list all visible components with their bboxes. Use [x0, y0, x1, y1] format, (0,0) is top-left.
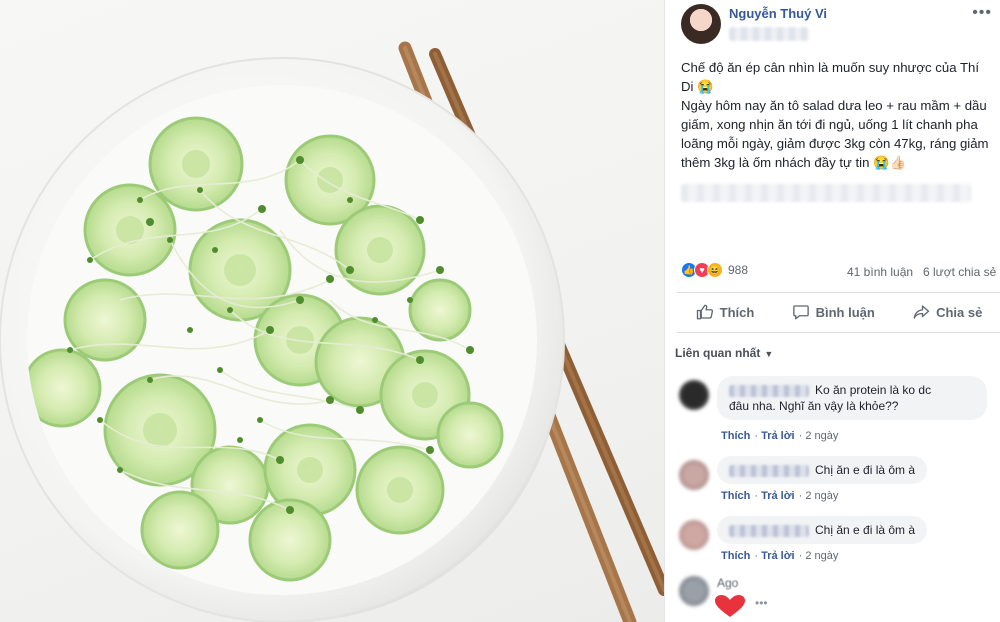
- reaction-count: 988: [728, 263, 749, 277]
- commenter-avatar[interactable]: [679, 576, 709, 606]
- comment-time[interactable]: 2 ngày: [805, 550, 838, 562]
- shares-count-link[interactable]: 6 lượt chia sẻ: [923, 265, 996, 279]
- comment-item: Chị ăn e đi là ôm à Thích · Trả lời · 2 ng…: [673, 510, 1000, 570]
- comment-text: Ko ăn protein là ko dc: [815, 383, 932, 397]
- comment-like-link[interactable]: Thích: [721, 550, 750, 562]
- commenter-avatar[interactable]: [679, 460, 709, 490]
- more-options-icon[interactable]: •••: [755, 596, 768, 610]
- post-text: Chế độ ăn ép cân nhìn là muốn suy nhược …: [681, 58, 1000, 172]
- reaction-summary[interactable]: 👍 ♥ 😆 988: [681, 262, 748, 278]
- blurred-post-meta: [729, 27, 809, 41]
- comment-text-fragment: Ago: [717, 576, 739, 590]
- comment-bubble: Chị ăn e đi là ôm à: [717, 516, 928, 544]
- blurred-hashtags: [681, 184, 971, 202]
- blurred-commenter-name[interactable]: [729, 384, 809, 397]
- comment-bubble: Ko ăn protein là ko dc đâu nha. Nghĩ ăn …: [717, 376, 987, 420]
- comment-like-link[interactable]: Thích: [721, 490, 750, 502]
- comment-reply-link[interactable]: Trả lời: [761, 550, 795, 562]
- post-actions-bar: Thích Bình luận Chia sẻ: [677, 294, 1000, 330]
- comment-sort-dropdown[interactable]: Liên quan nhất ▼: [675, 346, 773, 360]
- like-button-label: Thích: [719, 304, 755, 320]
- salad-bowl-image: [0, 41, 664, 622]
- comment-reply-link[interactable]: Trả lời: [761, 430, 795, 442]
- post-text-line: Chế độ ăn ép cân nhìn là muốn suy nhược …: [681, 60, 980, 75]
- caret-down-icon: ▼: [764, 349, 774, 359]
- post-text-line: loãng mỗi ngày, giảm được 3kg còn 47kg, …: [681, 136, 989, 151]
- comment-button[interactable]: Bình luận: [792, 303, 875, 321]
- thumbs-up-icon: [696, 304, 713, 320]
- divider: [677, 292, 1000, 293]
- post-panel: Nguyễn Thuý Vi ••• Chế độ ăn ép cân nhìn…: [664, 0, 1000, 622]
- divider: [677, 332, 1000, 333]
- comment-text: Chị ăn e đi là ôm à: [815, 463, 916, 477]
- author-name[interactable]: Nguyễn Thuý Vi: [729, 6, 827, 21]
- comment-sort-label: Liên quan nhất: [675, 346, 761, 360]
- post-text-line: giấm, xong nhịn ăn tới đi ngủ, uống 1 lí…: [681, 117, 978, 132]
- comment-item: Chị ăn e đi là ôm à Thích · Trả lời · 2 ng…: [673, 450, 1000, 510]
- like-button[interactable]: Thích: [696, 303, 755, 321]
- comment-item: Ko ăn protein là ko dc đâu nha. Nghĩ ăn …: [673, 370, 1000, 450]
- blurred-commenter-name[interactable]: [729, 524, 809, 537]
- comment-time[interactable]: 2 ngày: [805, 430, 838, 442]
- commenter-avatar[interactable]: [679, 380, 709, 410]
- comment-text: đâu nha. Nghĩ ăn vậy là khỏe??: [729, 399, 899, 413]
- comment-time[interactable]: 2 ngày: [805, 490, 838, 502]
- post-text-line: Ngày hôm nay ăn tô salad dưa leo + rau m…: [681, 98, 987, 113]
- share-button[interactable]: Chia sẻ: [912, 303, 982, 321]
- comment-button-label: Bình luận: [815, 304, 875, 320]
- more-horizontal-icon[interactable]: •••: [972, 4, 992, 22]
- comment-meta: Thích · Trả lời · 2 ngày: [721, 430, 839, 442]
- speech-bubble-icon: [792, 305, 809, 320]
- comment-meta: Thích · Trả lời · 2 ngày: [721, 550, 839, 562]
- blurred-commenter-name[interactable]: [729, 464, 809, 477]
- heart-reaction-icon[interactable]: [713, 594, 747, 618]
- comment-meta: Thích · Trả lời · 2 ngày: [721, 490, 839, 502]
- share-arrow-icon: [913, 305, 930, 319]
- post-text-line: thêm 3kg là ốm nhách đầy tự tin 😭👍🏻: [681, 155, 906, 170]
- haha-reaction-icon: 😆: [707, 262, 723, 278]
- post-text-line: Di 😭: [681, 79, 714, 94]
- post-photo[interactable]: [0, 0, 664, 622]
- comment-bubble: Chị ăn e đi là ôm à: [717, 456, 928, 484]
- comment-like-link[interactable]: Thích: [721, 430, 750, 442]
- author-avatar[interactable]: [681, 4, 721, 44]
- commenter-avatar[interactable]: [679, 520, 709, 550]
- comments-count-link[interactable]: 41 bình luận: [847, 265, 913, 279]
- comment-text: Chị ăn e đi là ôm à: [815, 523, 916, 537]
- share-button-label: Chia sẻ: [936, 304, 983, 320]
- comment-reply-link[interactable]: Trả lời: [761, 490, 795, 502]
